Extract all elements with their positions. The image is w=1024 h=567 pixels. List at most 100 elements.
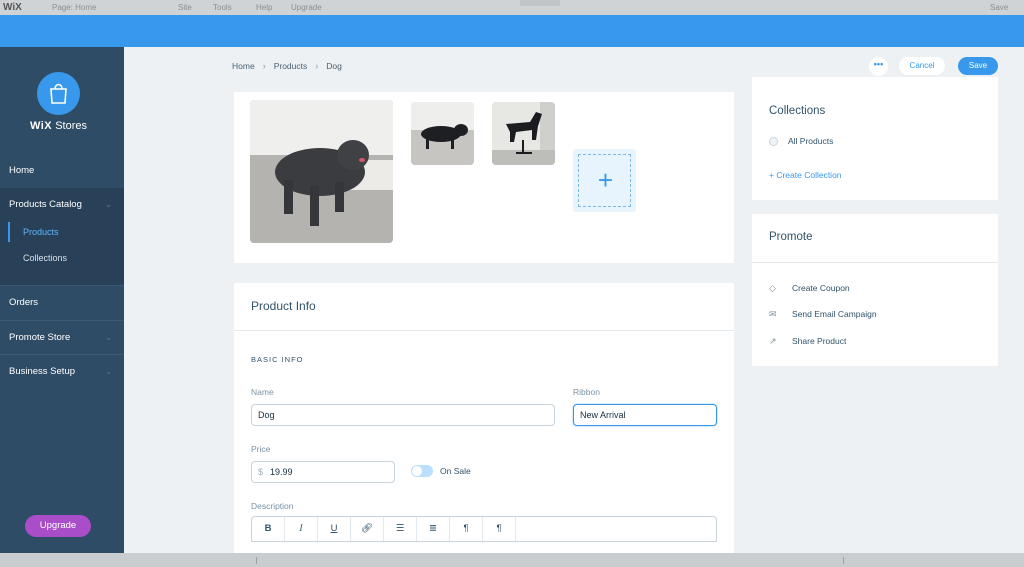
paragraph-ltr-icon: ¶	[463, 523, 469, 534]
name-label: Name	[251, 387, 274, 397]
editor-menu-upgrade[interactable]: Upgrade	[291, 3, 322, 12]
send-email-campaign-label: Send Email Campaign	[792, 309, 877, 319]
plus-icon: +	[597, 165, 614, 195]
stores-header-bar	[0, 15, 1024, 47]
numbered-list-button[interactable]: ≣	[417, 517, 450, 541]
chevron-right-icon: ›	[315, 61, 319, 71]
link-button[interactable]: 🔗︎	[351, 517, 384, 541]
link-icon: 🔗︎	[360, 523, 374, 534]
bullet-list-button[interactable]: ☰	[384, 517, 417, 541]
editor-save[interactable]: Save	[990, 3, 1008, 12]
editor-top-bar: WiX Page: Home Site Tools Help Upgrade S…	[0, 0, 1024, 15]
cancel-button[interactable]: Cancel	[899, 57, 945, 75]
sidebar-item-label: Products Catalog	[9, 199, 82, 210]
horse-figure-image	[492, 102, 555, 165]
upgrade-button[interactable]: Upgrade	[25, 515, 91, 537]
promote-card: Promote ◇ Create Coupon ✉ Send Email Campa…	[752, 214, 998, 366]
currency-symbol: $	[258, 467, 264, 477]
create-collection-link[interactable]: + Create Collection	[769, 170, 842, 180]
stores-brand: WiX Stores	[0, 120, 117, 132]
bold-button[interactable]: B	[252, 517, 285, 541]
brand-stores: Stores	[55, 120, 88, 132]
product-thumbnail-2[interactable]	[492, 102, 555, 165]
sidebar-group-products-catalog: Products Catalog ⌄ Products Collections	[0, 188, 124, 285]
share-product-label: Share Product	[792, 336, 847, 346]
chevron-down-icon: ⌄	[105, 333, 112, 342]
editor-logo: WiX	[3, 2, 22, 13]
breadcrumb: Home › Products › Dog	[232, 61, 342, 71]
create-coupon-label: Create Coupon	[792, 283, 850, 293]
product-info-card: Product Info BASIC INFO Name Dog Ribbon …	[234, 283, 734, 553]
paragraph-rtl-icon: ¶	[496, 523, 502, 534]
sidebar: WiX Stores Home Products Catalog ⌄ Produ…	[0, 47, 124, 553]
sidebar-item-products-catalog[interactable]: Products Catalog ⌄	[0, 188, 124, 222]
product-info-title: Product Info	[251, 299, 316, 313]
breadcrumb-products[interactable]: Products	[274, 61, 308, 71]
bullet-list-icon: ☰	[395, 523, 405, 534]
stores-logo	[37, 72, 80, 115]
description-label: Description	[251, 501, 294, 511]
dog-photo-image	[411, 102, 474, 165]
name-input[interactable]: Dog	[251, 404, 555, 426]
basic-info-heading: BASIC INFO	[251, 355, 304, 364]
price-input-value: 19.99	[270, 467, 293, 477]
editor-menu-help[interactable]: Help	[256, 3, 272, 12]
price-input[interactable]: $19.99	[251, 461, 395, 483]
ruler-tick	[256, 557, 257, 564]
text-direction-rtl-button[interactable]: ¶	[483, 517, 516, 541]
all-products-checkbox[interactable]	[769, 137, 778, 146]
sidebar-item-business-setup[interactable]: Business Setup ⌄	[0, 354, 124, 388]
divider	[234, 330, 734, 331]
editor-menu-site[interactable]: Site	[178, 3, 192, 12]
sidebar-item-promote-store[interactable]: Promote Store ⌄	[0, 320, 124, 354]
coupon-icon: ◇	[769, 283, 776, 293]
numbered-list-icon: ≣	[429, 523, 437, 534]
on-sale-toggle[interactable]	[411, 465, 433, 477]
sidebar-item-label: Home	[9, 165, 35, 176]
sidebar-item-label: Business Setup	[9, 366, 76, 377]
promote-title: Promote	[769, 231, 813, 243]
on-sale-label: On Sale	[440, 466, 471, 476]
main-content: Home › Products › Dog ••• Cancel Save + …	[124, 47, 1024, 553]
italic-button[interactable]: I	[285, 517, 318, 541]
share-icon: ↗	[769, 336, 777, 346]
add-media-dropzone: +	[578, 154, 631, 207]
collections-title: Collections	[769, 105, 826, 117]
underline-button[interactable]: U	[318, 517, 351, 541]
all-products-label: All Products	[788, 136, 834, 146]
editor-bottom-bar	[0, 553, 1024, 567]
dog-photo-image	[250, 100, 393, 243]
collections-card: Collections All Products + Create Collec…	[752, 77, 998, 200]
save-button[interactable]: Save	[958, 57, 998, 75]
sidebar-item-home[interactable]: Home	[0, 154, 124, 188]
envelope-icon: ✉	[769, 309, 777, 319]
add-media-button[interactable]: +	[573, 149, 636, 212]
create-coupon-link[interactable]: ◇ Create Coupon	[769, 283, 850, 294]
product-thumbnail-1[interactable]	[411, 102, 474, 165]
share-product-link[interactable]: ↗ Share Product	[769, 336, 846, 347]
description-toolbar: B I U 🔗︎ ☰ ≣ ¶ ¶	[251, 516, 717, 542]
send-email-campaign-link[interactable]: ✉ Send Email Campaign	[769, 309, 877, 320]
sidebar-item-orders[interactable]: Orders	[0, 285, 124, 319]
sidebar-item-products[interactable]: Products	[8, 222, 59, 242]
toggle-knob	[412, 466, 422, 476]
ribbon-label: Ribbon	[573, 387, 600, 397]
main-product-image[interactable]	[250, 100, 393, 243]
ruler-tick	[843, 557, 844, 564]
sidebar-item-label: Orders	[9, 297, 39, 308]
chevron-right-icon: ›	[262, 61, 266, 71]
sidebar-item-label: Collections	[23, 253, 68, 263]
price-label: Price	[251, 444, 271, 454]
editor-page-selector[interactable]: Page: Home	[52, 3, 96, 12]
editor-menu-tools[interactable]: Tools	[213, 3, 232, 12]
text-direction-ltr-button[interactable]: ¶	[450, 517, 483, 541]
breadcrumb-current: Dog	[326, 61, 342, 71]
brand-wix: WiX	[29, 120, 53, 132]
more-actions-button[interactable]: •••	[869, 57, 888, 76]
ribbon-input[interactable]: New Arrival	[573, 404, 717, 426]
sidebar-item-label: Promote Store	[9, 332, 71, 343]
breadcrumb-home[interactable]: Home	[232, 61, 255, 71]
sidebar-item-collections[interactable]: Collections	[8, 248, 67, 268]
chevron-down-icon: ⌄	[105, 200, 112, 209]
shopping-bag-icon	[50, 83, 67, 104]
